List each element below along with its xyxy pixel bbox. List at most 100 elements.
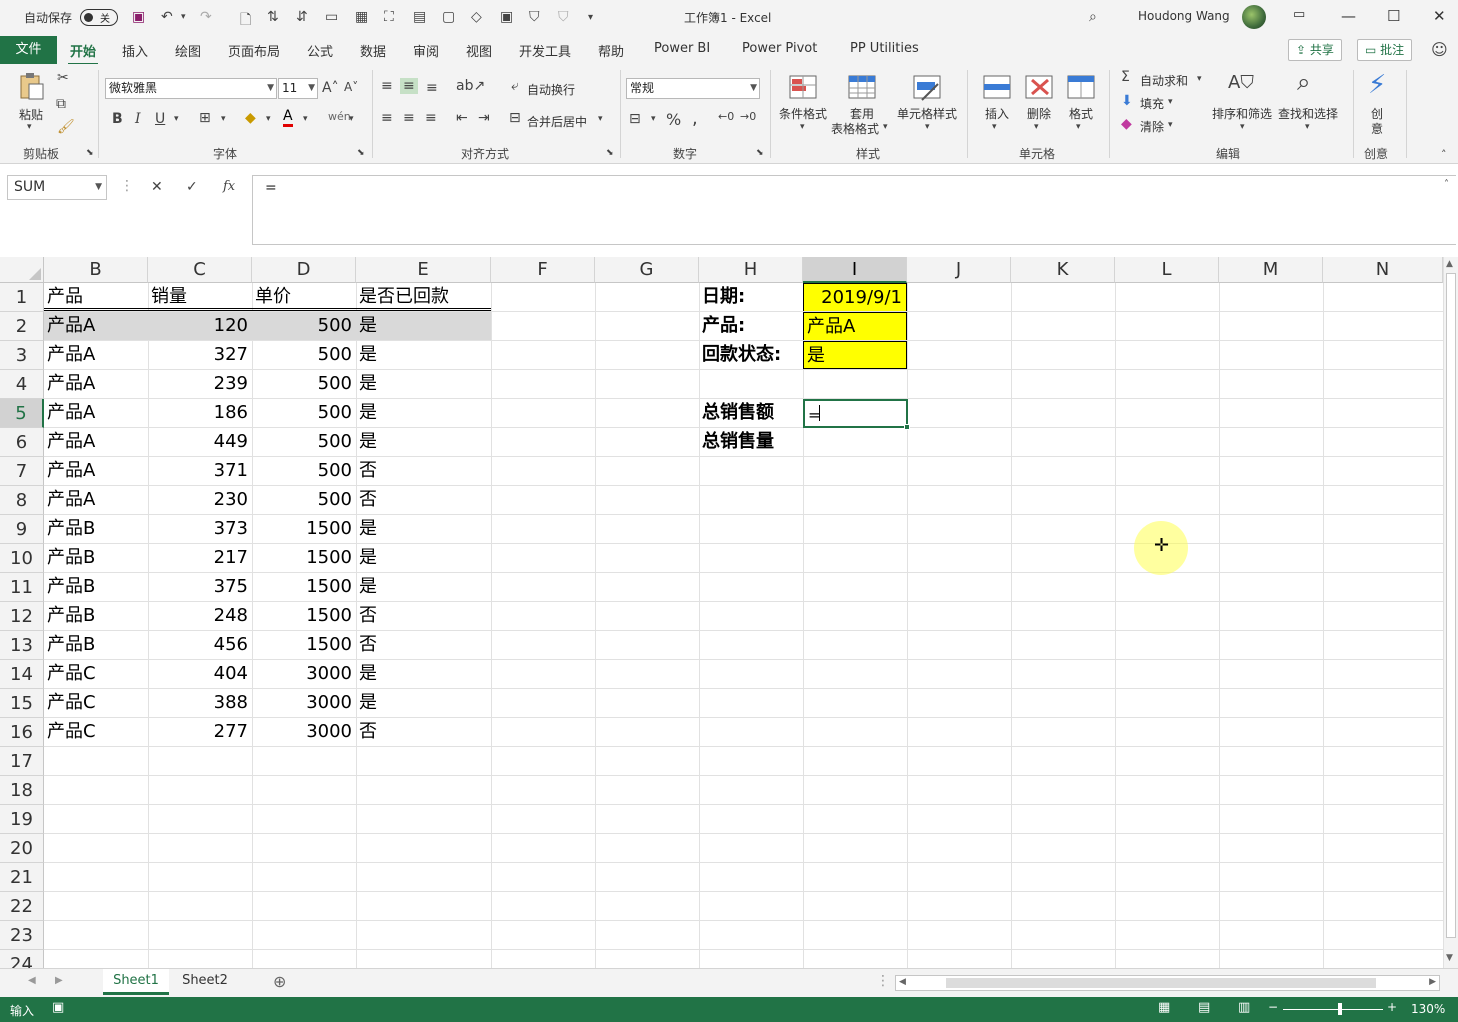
format-cells-icon[interactable] [1066, 74, 1096, 102]
borders-icon[interactable]: ⊞ [199, 110, 211, 126]
cell-styles-label[interactable]: 单元格样式 [897, 105, 957, 122]
zoom-level[interactable]: 130% [1411, 1002, 1445, 1016]
tag-icon[interactable]: ◇ [471, 9, 482, 25]
chevron-down-icon[interactable]: ▾ [174, 114, 179, 124]
scrollbar-thumb[interactable] [1446, 273, 1456, 938]
column-header-n[interactable]: N [1323, 257, 1443, 283]
tab-power-bi[interactable]: Power BI [654, 41, 710, 56]
chevron-down-icon[interactable]: ▾ [925, 122, 930, 132]
formula-input[interactable]: = [252, 175, 1456, 245]
table-cell[interactable]: 产品B [44, 515, 148, 543]
table-cell[interactable]: 500 [252, 399, 356, 427]
scroll-up-icon[interactable]: ▲ [1446, 259, 1453, 269]
page-layout-view-icon[interactable]: ▤ [1198, 1000, 1210, 1015]
align-middle-icon[interactable]: ≡ [400, 78, 418, 94]
clear-filter-icon[interactable]: ⛉ [558, 9, 569, 25]
increase-indent-icon[interactable]: ⇥ [478, 110, 490, 126]
tab-power-pivot[interactable]: Power Pivot [742, 41, 817, 56]
scrollbar-thumb[interactable] [946, 978, 1376, 988]
column-header-k[interactable]: K [1011, 257, 1115, 283]
row-header-12[interactable]: 12 [0, 602, 44, 631]
ideas-icon[interactable]: ⚡ [1368, 70, 1386, 100]
table-cell[interactable]: 449 [148, 428, 252, 456]
zoom-in-icon[interactable]: + [1387, 1000, 1397, 1014]
table-cell[interactable]: 456 [148, 631, 252, 659]
criteria-product-cell[interactable]: 产品A [803, 312, 907, 340]
row-header-22[interactable]: 22 [0, 892, 44, 921]
table-cell[interactable]: 3000 [252, 718, 356, 746]
chevron-down-icon[interactable]: ▾ [883, 122, 888, 132]
row-header-19[interactable]: 19 [0, 805, 44, 834]
tab-formulas[interactable]: 公式 [307, 41, 333, 60]
minimize-icon[interactable]: — [1341, 7, 1356, 25]
table-cell[interactable]: 产品C [44, 718, 148, 746]
column-header-l[interactable]: L [1115, 257, 1219, 283]
row-header-14[interactable]: 14 [0, 660, 44, 689]
table-cell[interactable]: 239 [148, 370, 252, 398]
sort-filter-label[interactable]: 排序和筛选 [1212, 105, 1272, 122]
table-cell[interactable]: 是 [356, 689, 491, 717]
criteria-date-cell[interactable]: 2019/9/1 [803, 283, 907, 311]
decrease-font-icon[interactable]: A˅ [344, 80, 358, 94]
column-header-d[interactable]: D [252, 257, 356, 283]
table-cell[interactable]: 否 [356, 457, 491, 485]
row-header-3[interactable]: 3 [0, 341, 44, 370]
chevron-down-icon[interactable]: ▾ [1168, 120, 1173, 130]
chevron-down-icon[interactable]: ▾ [1034, 122, 1039, 132]
autosum-label[interactable]: 自动求和 [1140, 72, 1188, 89]
table-cell[interactable]: 1500 [252, 631, 356, 659]
column-header-g[interactable]: G [595, 257, 699, 283]
scroll-right-icon[interactable]: ▶ [1429, 977, 1436, 987]
vertical-scrollbar[interactable]: ▲ ▼ [1443, 257, 1458, 968]
phonetic-icon[interactable]: wén [328, 110, 351, 123]
normal-view-icon[interactable]: ▦ [1158, 1000, 1170, 1015]
wrap-text-label[interactable]: 自动换行 [527, 81, 575, 98]
tab-page-layout[interactable]: 页面布局 [228, 41, 280, 60]
share-button[interactable]: ⇪ 共享 [1288, 39, 1342, 61]
table-cell[interactable]: 产品B [44, 573, 148, 601]
table-cell[interactable]: 1500 [252, 602, 356, 630]
expand-formula-bar-icon[interactable]: ˄ [1444, 179, 1449, 190]
criteria-label[interactable]: 日期: [699, 283, 803, 311]
chevron-down-icon[interactable]: ▾ [1168, 97, 1173, 107]
open-icon[interactable]: ▭ [325, 9, 338, 25]
align-center-icon[interactable]: ≡ [403, 110, 415, 126]
eraser-icon[interactable]: ◆ [1121, 116, 1132, 132]
prev-sheet-icon[interactable]: ◀ [28, 975, 36, 986]
sort-filter-icon[interactable]: A⛉ [1228, 72, 1254, 93]
row-header-16[interactable]: 16 [0, 718, 44, 747]
table-cell[interactable]: 500 [252, 428, 356, 456]
currency-icon[interactable]: ⊟ [629, 111, 641, 127]
table-cell[interactable]: 产品B [44, 544, 148, 572]
font-color-icon[interactable]: A [283, 108, 293, 127]
find-select-label[interactable]: 查找和选择 [1278, 105, 1338, 122]
ideas-label-2[interactable]: 意 [1371, 120, 1383, 137]
align-right-icon[interactable]: ≡ [425, 110, 437, 126]
table-cell[interactable]: 是 [356, 341, 491, 369]
maximize-icon[interactable]: ☐ [1387, 7, 1400, 25]
italic-icon[interactable]: I [135, 111, 141, 127]
customize-toolbar-icon[interactable]: ▾ [588, 12, 593, 23]
cancel-icon[interactable]: ✕ [151, 179, 163, 195]
align-top-icon[interactable]: ≡ [381, 78, 393, 94]
redo-icon[interactable]: ↷ [200, 9, 212, 25]
row-header-5[interactable]: 5 [0, 399, 44, 428]
autosave-toggle[interactable]: 关 [80, 9, 118, 26]
chevron-down-icon[interactable]: ▾ [221, 114, 226, 124]
find-icon[interactable]: ⌕ [1297, 68, 1310, 96]
criteria-label[interactable]: 产品: [699, 312, 803, 340]
new-file-icon[interactable]: 🗋 [240, 9, 251, 33]
row-header-1[interactable]: 1 [0, 283, 44, 312]
insert-cells-icon[interactable] [982, 74, 1012, 102]
table-cell[interactable]: 3000 [252, 660, 356, 688]
table-cell[interactable]: 否 [356, 718, 491, 746]
table-cell[interactable]: 1500 [252, 515, 356, 543]
cut-icon[interactable]: ✂ [57, 70, 69, 86]
row-header-21[interactable]: 21 [0, 863, 44, 892]
sheet-tab-sheet2[interactable]: Sheet2 [172, 969, 238, 995]
conditional-format-icon[interactable] [788, 74, 818, 102]
percent-icon[interactable]: % [666, 110, 681, 129]
decrease-decimal-icon[interactable]: →0 [740, 110, 756, 123]
align-left-icon[interactable]: ≡ [381, 110, 393, 126]
add-sheet-icon[interactable]: ⊕ [273, 972, 286, 991]
